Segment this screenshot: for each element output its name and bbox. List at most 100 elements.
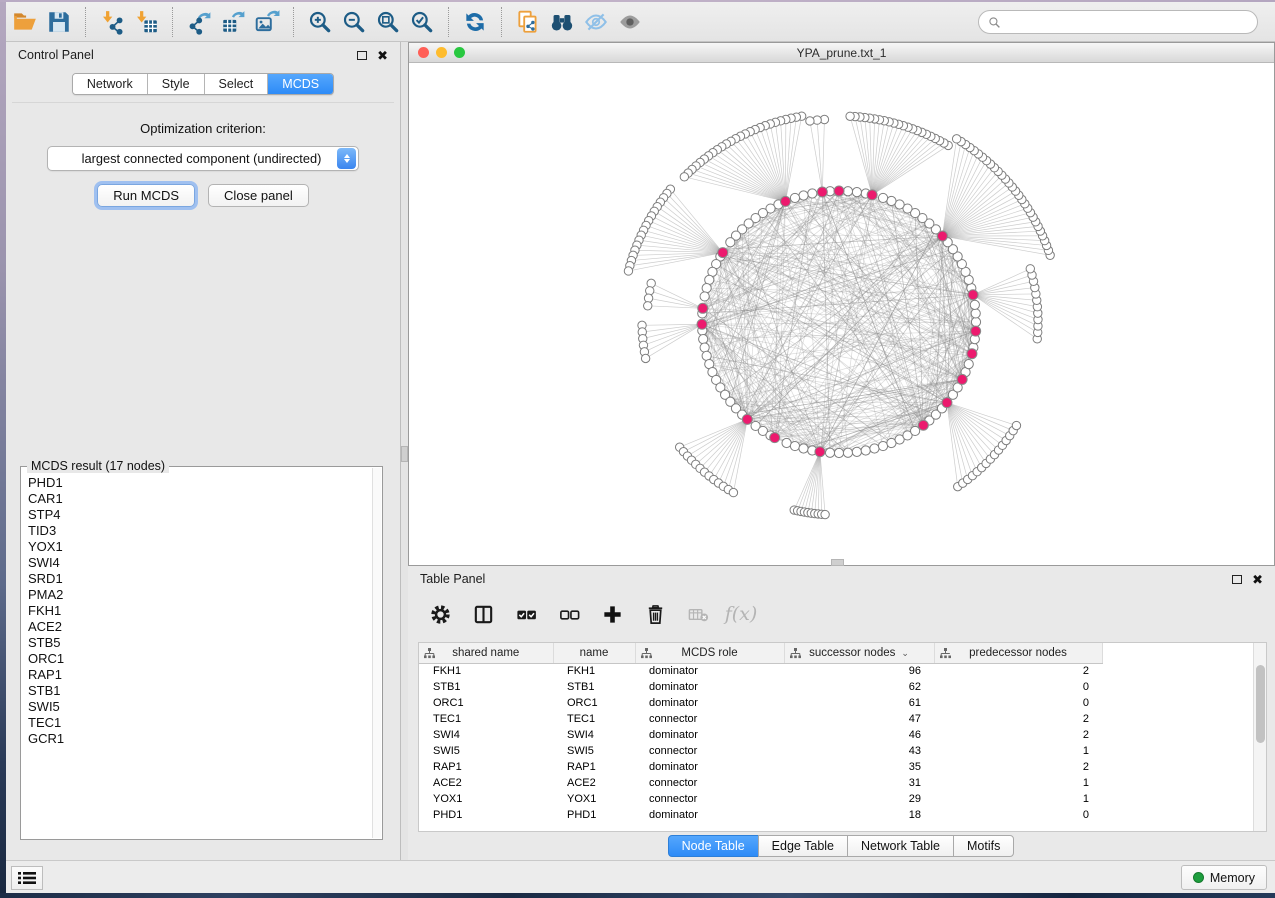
table-cell[interactable]: 46	[784, 727, 934, 743]
network-canvas[interactable]	[409, 63, 1274, 564]
mcds-result-item[interactable]: SRD1	[28, 571, 376, 587]
refresh-button[interactable]	[458, 5, 492, 39]
mcds-list-scrollbar[interactable]	[372, 468, 381, 838]
mcds-result-item[interactable]: STB1	[28, 683, 376, 699]
table-cell[interactable]: 1	[934, 775, 1102, 791]
close-panel-icon[interactable]: ✖	[377, 49, 388, 62]
column-header-predecessor-nodes[interactable]: predecessor nodes	[934, 643, 1102, 663]
table-cell[interactable]: 43	[784, 743, 934, 759]
mcds-node[interactable]	[971, 326, 981, 336]
table-scrollbar-thumb[interactable]	[1256, 665, 1265, 743]
table-cell[interactable]: dominator	[635, 695, 784, 711]
table-cell[interactable]: 31	[784, 775, 934, 791]
table-cell[interactable]: TEC1	[553, 711, 635, 727]
duplicate-network-button[interactable]	[511, 5, 545, 39]
mcds-node[interactable]	[742, 414, 752, 424]
mcds-node[interactable]	[815, 447, 825, 457]
column-header-mcds-role[interactable]: MCDS role	[635, 643, 784, 663]
table-cell[interactable]: 1	[934, 791, 1102, 807]
table-cell[interactable]: 2	[934, 759, 1102, 775]
panel-menu-button[interactable]	[11, 866, 43, 890]
add-column-button[interactable]	[598, 600, 626, 628]
table-cell[interactable]: ORC1	[553, 695, 635, 711]
table-row[interactable]: YOX1YOX1connector291	[419, 791, 1102, 807]
table-cell[interactable]: FKH1	[419, 663, 553, 679]
minimize-window-button[interactable]	[436, 47, 447, 58]
table-cell[interactable]: connector	[635, 775, 784, 791]
hide-selected-button[interactable]	[579, 5, 613, 39]
mcds-node[interactable]	[867, 190, 877, 200]
run-mcds-button[interactable]: Run MCDS	[97, 184, 195, 207]
mcds-node[interactable]	[967, 349, 977, 359]
table-scrollbar[interactable]	[1253, 643, 1266, 831]
table-cell[interactable]: dominator	[635, 759, 784, 775]
column-header-name[interactable]: name	[553, 643, 635, 663]
zoom-fit-button[interactable]	[371, 5, 405, 39]
mcds-node[interactable]	[957, 374, 967, 384]
table-cell[interactable]: 61	[784, 695, 934, 711]
table-settings-button[interactable]	[426, 600, 454, 628]
table-cell[interactable]: dominator	[635, 807, 784, 823]
table-cell[interactable]: 47	[784, 711, 934, 727]
table-cell[interactable]: PHD1	[553, 807, 635, 823]
table-cell[interactable]: 62	[784, 679, 934, 695]
tab-network-table[interactable]: Network Table	[847, 835, 954, 857]
column-header-successor-nodes[interactable]: successor nodes⌄	[784, 643, 934, 663]
table-cell[interactable]: 0	[934, 695, 1102, 711]
tab-select[interactable]: Select	[205, 74, 269, 94]
mcds-node[interactable]	[718, 248, 728, 258]
mcds-node[interactable]	[968, 290, 978, 300]
maximize-window-button[interactable]	[454, 47, 465, 58]
import-network-button[interactable]	[95, 5, 129, 39]
mcds-result-item[interactable]: GCR1	[28, 731, 376, 747]
table-cell[interactable]: 0	[934, 679, 1102, 695]
tab-node-table[interactable]: Node Table	[668, 835, 759, 857]
mcds-node[interactable]	[698, 303, 708, 313]
tab-edge-table[interactable]: Edge Table	[758, 835, 848, 857]
column-header-shared-name[interactable]: shared name	[419, 643, 553, 663]
table-cell[interactable]: YOX1	[553, 791, 635, 807]
close-panel-button[interactable]: Close panel	[208, 184, 309, 207]
table-cell[interactable]: SWI5	[419, 743, 553, 759]
table-cell[interactable]: 0	[934, 807, 1102, 823]
table-cell[interactable]: ORC1	[419, 695, 553, 711]
tab-motifs[interactable]: Motifs	[953, 835, 1014, 857]
export-network-button[interactable]	[182, 5, 216, 39]
table-cell[interactable]: 29	[784, 791, 934, 807]
zoom-selected-button[interactable]	[405, 5, 439, 39]
table-cell[interactable]: YOX1	[419, 791, 553, 807]
mcds-result-item[interactable]: TEC1	[28, 715, 376, 731]
mcds-result-item[interactable]: STB5	[28, 635, 376, 651]
close-window-button[interactable]	[418, 47, 429, 58]
table-cell[interactable]: connector	[635, 791, 784, 807]
vertical-splitter[interactable]	[401, 42, 408, 860]
table-cell[interactable]: 35	[784, 759, 934, 775]
tab-mcds[interactable]: MCDS	[268, 74, 333, 94]
mcds-node[interactable]	[937, 231, 947, 241]
table-cell[interactable]: 96	[784, 663, 934, 679]
select-all-rows-button[interactable]	[512, 600, 540, 628]
table-row[interactable]: FKH1FKH1dominator962	[419, 663, 1102, 679]
export-table-button[interactable]	[216, 5, 250, 39]
zoom-out-button[interactable]	[337, 5, 371, 39]
table-cell[interactable]: SWI4	[553, 727, 635, 743]
mcds-result-item[interactable]: RAP1	[28, 667, 376, 683]
table-cell[interactable]: STB1	[553, 679, 635, 695]
open-file-button[interactable]	[8, 5, 42, 39]
table-cell[interactable]: TEC1	[419, 711, 553, 727]
splitter-grip[interactable]	[401, 446, 408, 462]
mcds-result-item[interactable]: ACE2	[28, 619, 376, 635]
table-cell[interactable]: 2	[934, 727, 1102, 743]
table-cell[interactable]: SWI5	[553, 743, 635, 759]
table-cell[interactable]: STB1	[419, 679, 553, 695]
mcds-node[interactable]	[817, 187, 827, 197]
table-cell[interactable]: ACE2	[419, 775, 553, 791]
table-cell[interactable]: connector	[635, 711, 784, 727]
table-row[interactable]: STB1STB1dominator620	[419, 679, 1102, 695]
table-cell[interactable]: 2	[934, 711, 1102, 727]
table-cell[interactable]: RAP1	[553, 759, 635, 775]
criterion-dropdown[interactable]: largest connected component (undirected)	[47, 146, 359, 171]
mcds-node[interactable]	[918, 420, 928, 430]
mcds-node[interactable]	[770, 433, 780, 443]
save-session-button[interactable]	[42, 5, 76, 39]
